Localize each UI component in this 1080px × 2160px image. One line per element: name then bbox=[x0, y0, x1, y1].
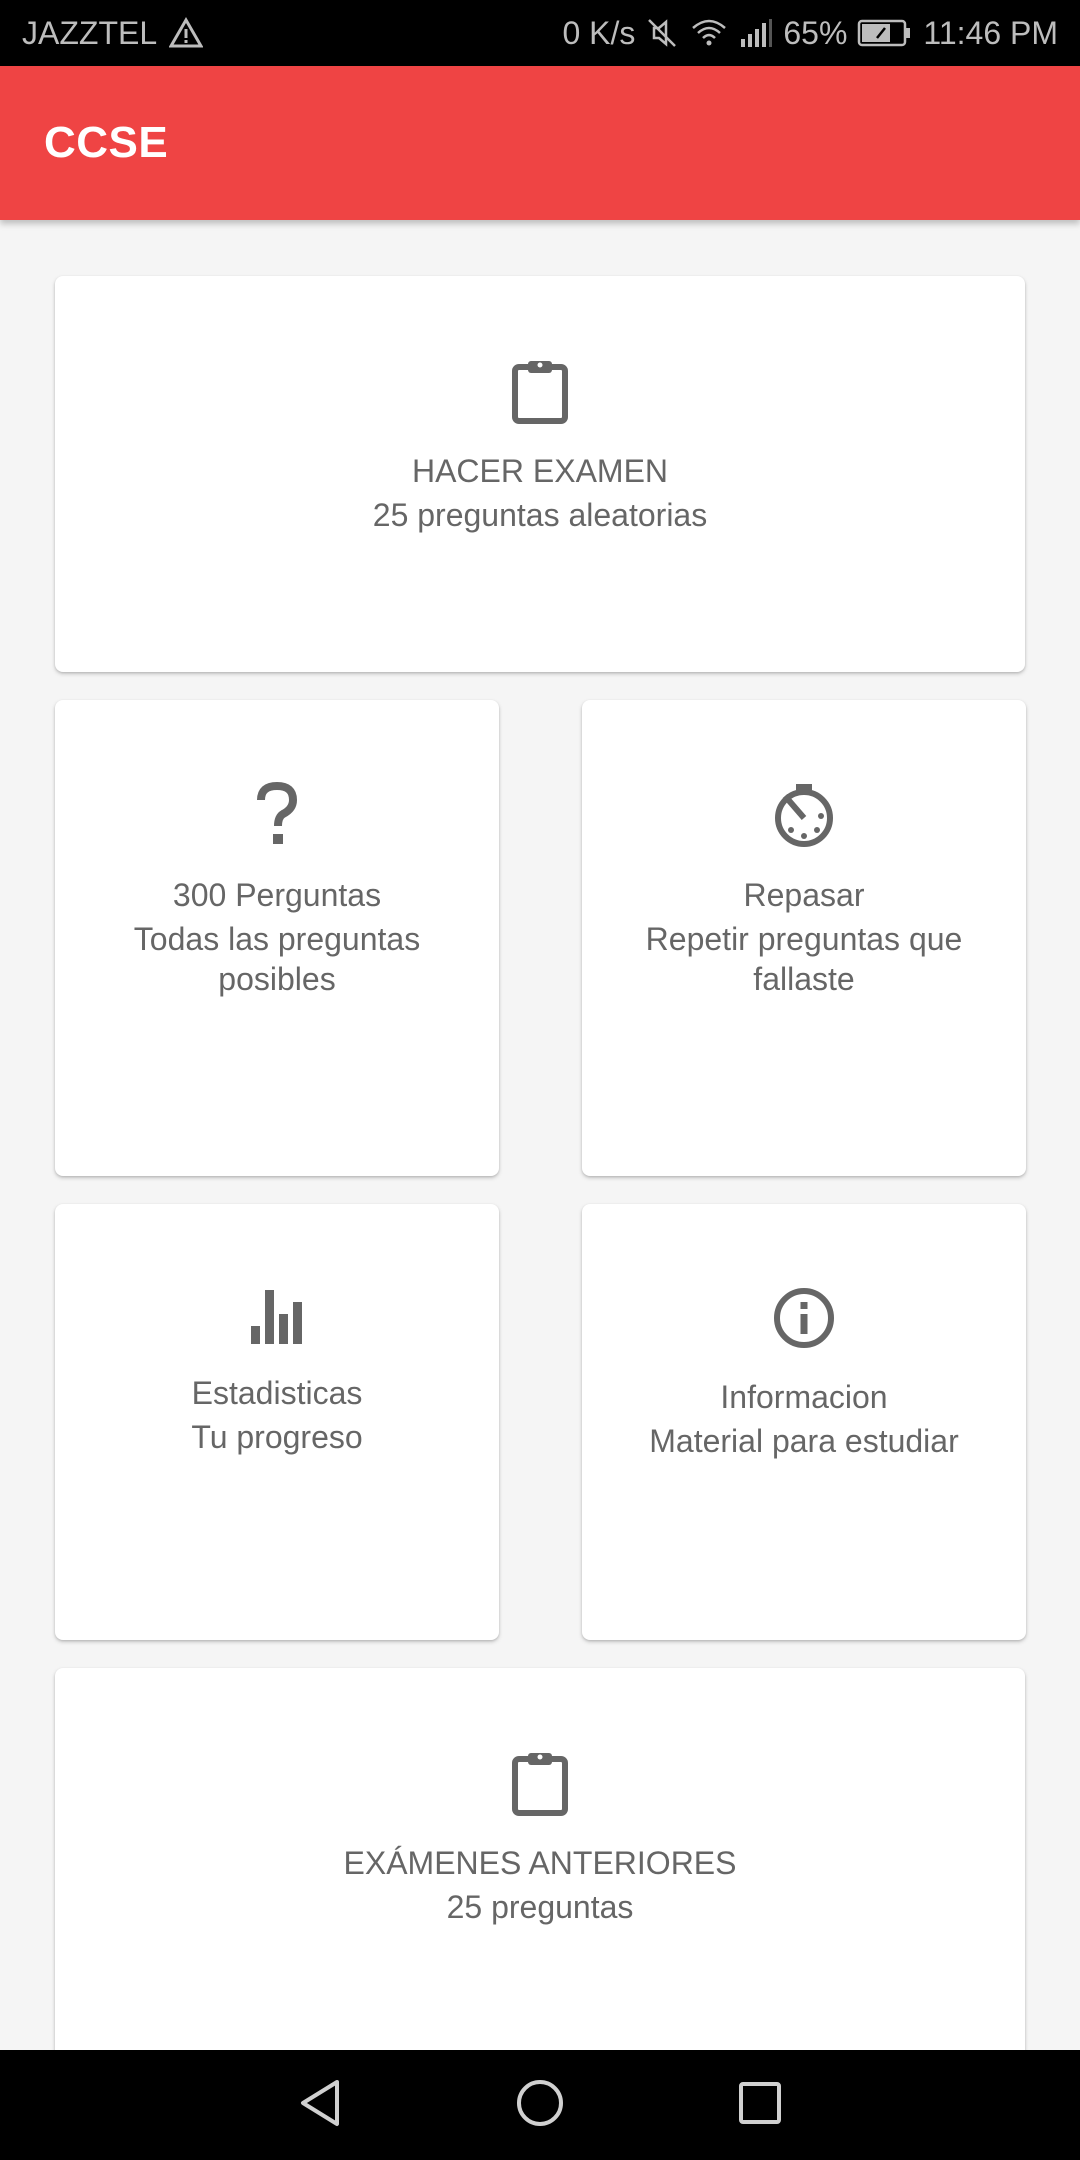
signal-icon bbox=[739, 17, 773, 49]
back-triangle-icon bbox=[297, 2078, 343, 2133]
clipboard-icon bbox=[511, 358, 569, 429]
app-title: CCSE bbox=[44, 118, 169, 167]
question-mark-icon bbox=[255, 781, 299, 853]
review-title: Repasar bbox=[743, 877, 865, 913]
recents-square-icon bbox=[737, 2080, 783, 2131]
status-right: 0 K/s 65% 11:46 PM bbox=[562, 15, 1058, 52]
all-questions-subtitle: Todas las preguntas posibles bbox=[133, 921, 421, 997]
info-icon bbox=[772, 1286, 836, 1355]
previous-exams-subtitle: 25 preguntas bbox=[446, 1889, 634, 1925]
previous-exams-card[interactable]: EXÁMENES ANTERIORES 25 preguntas bbox=[55, 1668, 1025, 2068]
statistics-subtitle: Tu progreso bbox=[191, 1419, 363, 1455]
home-circle-icon bbox=[515, 2078, 565, 2133]
clipboard-icon bbox=[511, 1750, 569, 1821]
all-questions-card[interactable]: 300 Perguntas Todas las preguntas posibl… bbox=[55, 700, 499, 1176]
battery-percent: 65% bbox=[783, 14, 848, 51]
information-card[interactable]: Informacion Material para estudiar bbox=[582, 1204, 1026, 1640]
wifi-icon bbox=[689, 16, 729, 50]
clock: 11:46 PM bbox=[923, 14, 1058, 51]
information-title: Informacion bbox=[720, 1379, 888, 1415]
screen: JAZZTEL 0 K/s 65% 11:46 PM CCSE HACER EX… bbox=[0, 0, 1080, 2160]
statistics-card[interactable]: Estadisticas Tu progreso bbox=[55, 1204, 499, 1640]
all-questions-title: 300 Perguntas bbox=[172, 877, 382, 913]
system-nav-bar bbox=[0, 2050, 1080, 2160]
statistics-title: Estadisticas bbox=[191, 1375, 363, 1411]
review-subtitle: Repetir preguntas que fallaste bbox=[645, 921, 963, 997]
battery-icon bbox=[857, 18, 913, 48]
information-subtitle: Material para estudiar bbox=[649, 1423, 959, 1459]
previous-exams-title: EXÁMENES ANTERIORES bbox=[343, 1845, 737, 1881]
home-button[interactable] bbox=[500, 2065, 580, 2145]
timer-off-icon bbox=[771, 782, 837, 853]
app-bar: CCSE bbox=[0, 66, 1080, 220]
review-card[interactable]: Repasar Repetir preguntas que fallaste bbox=[582, 700, 1026, 1176]
network-speed: 0 K/s bbox=[562, 14, 636, 51]
take-exam-card[interactable]: HACER EXAMEN 25 preguntas aleatorias bbox=[55, 276, 1025, 672]
status-bar: JAZZTEL 0 K/s 65% 11:46 PM bbox=[0, 0, 1080, 66]
status-left: JAZZTEL bbox=[22, 14, 204, 52]
bar-chart-icon bbox=[249, 1286, 305, 1351]
take-exam-title: HACER EXAMEN bbox=[411, 453, 669, 489]
take-exam-subtitle: 25 preguntas aleatorias bbox=[372, 497, 708, 533]
back-button[interactable] bbox=[280, 2065, 360, 2145]
carrier-label: JAZZTEL bbox=[22, 14, 158, 51]
warning-icon bbox=[169, 17, 204, 49]
recents-button[interactable] bbox=[720, 2065, 800, 2145]
mute-icon bbox=[645, 16, 679, 50]
